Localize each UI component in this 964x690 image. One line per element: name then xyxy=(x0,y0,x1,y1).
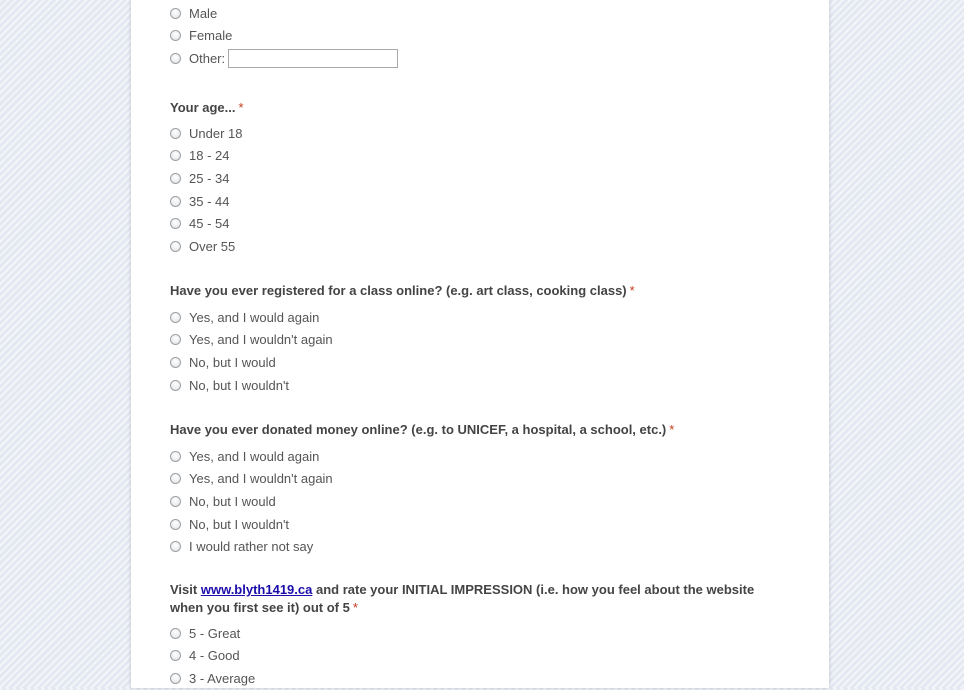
donation-option[interactable]: Yes, and I would again xyxy=(170,445,790,468)
radio-button[interactable] xyxy=(170,7,181,19)
class-registration-question: Have you ever registered for a class onl… xyxy=(170,282,790,396)
other-gender-input[interactable] xyxy=(228,48,399,68)
option-label: No, but I would xyxy=(189,354,276,370)
class-option[interactable]: Yes, and I would again xyxy=(170,306,790,329)
age-option[interactable]: Over 55 xyxy=(170,235,790,258)
question-title: Your age... * xyxy=(170,99,790,117)
required-asterisk: * xyxy=(352,600,358,615)
option-label: Female xyxy=(189,28,233,44)
option-label: Male xyxy=(189,5,218,21)
donation-option[interactable]: I would rather not say xyxy=(170,535,790,558)
radio-button[interactable] xyxy=(170,541,181,553)
rating-option[interactable]: 4 - Good xyxy=(170,645,790,668)
option-label: 4 - Good xyxy=(189,648,240,664)
option-label: I would rather not say xyxy=(189,539,314,555)
age-option[interactable]: 25 - 34 xyxy=(170,167,790,190)
option-label: Yes, and I wouldn't again xyxy=(189,332,333,348)
option-label: 35 - 44 xyxy=(189,193,230,209)
age-option[interactable]: 35 - 44 xyxy=(170,190,790,213)
class-option[interactable]: No, but I wouldn't xyxy=(170,374,790,397)
radio-button[interactable] xyxy=(170,495,181,507)
radio-button[interactable] xyxy=(170,473,181,485)
age-question: Your age... * Under 18 18 - 24 25 - 34 35… xyxy=(170,99,790,258)
radio-button[interactable] xyxy=(170,334,181,346)
gender-option-female[interactable]: Female xyxy=(170,25,790,48)
option-label: Yes, and I wouldn't again xyxy=(189,471,333,487)
age-option[interactable]: 45 - 54 xyxy=(170,212,790,235)
question-title: Have you ever registered for a class onl… xyxy=(170,282,790,300)
radio-button[interactable] xyxy=(170,450,181,462)
option-label: 18 - 24 xyxy=(189,148,230,164)
question-title-prefix: Visit xyxy=(170,582,201,597)
radio-button[interactable] xyxy=(170,127,181,139)
radio-button[interactable] xyxy=(170,172,181,184)
gender-option-other[interactable]: Other: xyxy=(170,47,790,70)
radio-button[interactable] xyxy=(170,52,181,64)
option-label: 45 - 54 xyxy=(189,216,230,232)
option-label: 5 - Great xyxy=(189,625,241,641)
required-asterisk: * xyxy=(238,100,244,115)
question-title: Have you ever donated money online? (e.g… xyxy=(170,421,790,439)
option-label: No, but I would xyxy=(189,493,276,509)
required-asterisk: * xyxy=(669,422,675,437)
age-option[interactable]: 18 - 24 xyxy=(170,145,790,168)
required-asterisk: * xyxy=(629,283,635,298)
radio-button[interactable] xyxy=(170,379,181,391)
question-title-text: Your age... xyxy=(170,100,236,115)
option-label: No, but I wouldn't xyxy=(189,377,290,393)
donation-question: Have you ever donated money online? (e.g… xyxy=(170,421,790,558)
radio-button[interactable] xyxy=(170,650,181,662)
radio-button[interactable] xyxy=(170,218,181,230)
rating-option[interactable]: 5 - Great xyxy=(170,622,790,645)
option-label: Other: xyxy=(189,50,226,66)
website-link[interactable]: www.blyth1419.ca xyxy=(201,582,313,597)
option-label: No, but I wouldn't xyxy=(189,516,290,532)
radio-button[interactable] xyxy=(170,518,181,530)
question-title-text: Have you ever donated money online? (e.g… xyxy=(170,422,667,437)
radio-button[interactable] xyxy=(170,30,181,42)
option-label: Yes, and I would again xyxy=(189,448,320,464)
donation-option[interactable]: No, but I would xyxy=(170,490,790,513)
form-card: Male Female Other: Your age... * Under 18… xyxy=(131,0,829,688)
radio-button[interactable] xyxy=(170,356,181,368)
impression-question: Visit www.blyth1419.ca and rate your INI… xyxy=(170,581,790,690)
option-label: Over 55 xyxy=(189,238,236,254)
rating-option[interactable]: 3 - Average xyxy=(170,667,790,690)
radio-button[interactable] xyxy=(170,240,181,252)
donation-option[interactable]: No, but I wouldn't xyxy=(170,513,790,536)
question-title-text: Have you ever registered for a class onl… xyxy=(170,283,627,298)
question-title: Visit www.blyth1419.ca and rate your INI… xyxy=(170,581,790,617)
option-label: 3 - Average xyxy=(189,670,256,686)
option-label: Yes, and I would again xyxy=(189,309,320,325)
gender-option-male[interactable]: Male xyxy=(170,2,790,25)
option-label: 25 - 34 xyxy=(189,170,230,186)
radio-button[interactable] xyxy=(170,195,181,207)
option-label: Under 18 xyxy=(189,125,243,141)
class-option[interactable]: Yes, and I wouldn't again xyxy=(170,329,790,352)
radio-button[interactable] xyxy=(170,672,181,684)
gender-question: Male Female Other: xyxy=(170,2,790,70)
donation-option[interactable]: Yes, and I wouldn't again xyxy=(170,468,790,491)
radio-button[interactable] xyxy=(170,311,181,323)
radio-button[interactable] xyxy=(170,150,181,162)
class-option[interactable]: No, but I would xyxy=(170,351,790,374)
radio-button[interactable] xyxy=(170,627,181,639)
age-option[interactable]: Under 18 xyxy=(170,122,790,145)
